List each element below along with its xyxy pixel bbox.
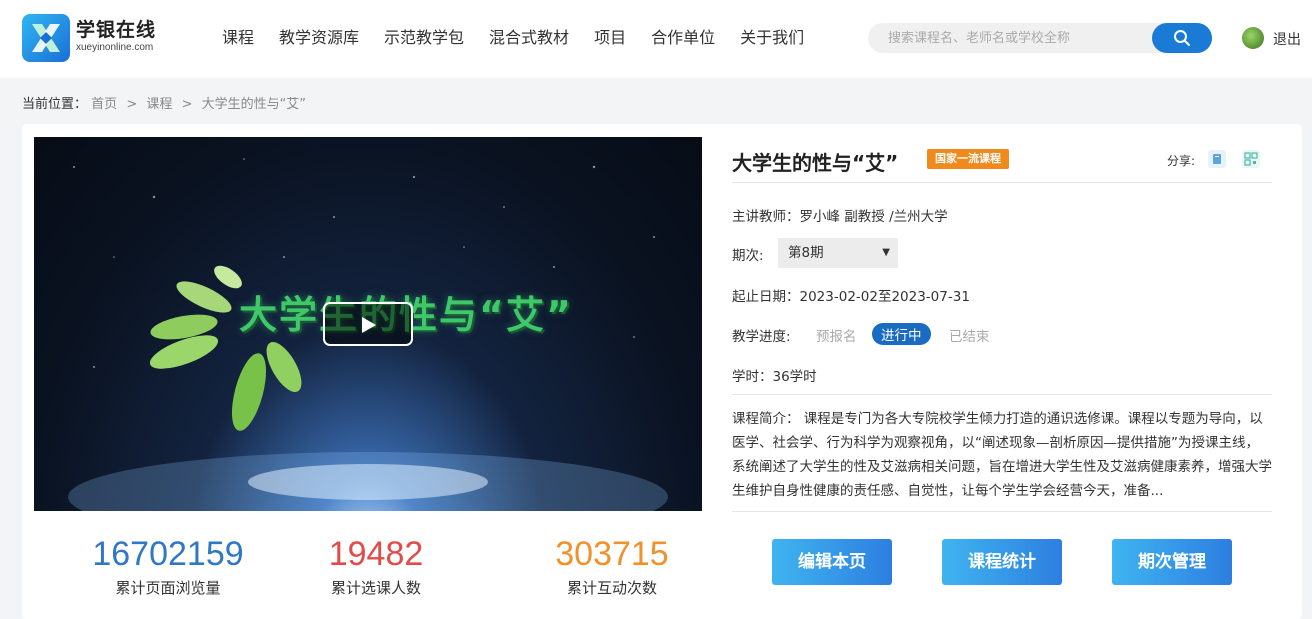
stat-enrollments: 19482 累计选课人数	[266, 534, 486, 598]
main-nav: 课程 教学资源库 示范教学包 混合式教材 项目 合作单位 关于我们	[222, 28, 829, 48]
stat-label: 累计选课人数	[330, 579, 421, 597]
course-intro: 课程简介： 课程是专门为各大专院校学生倾力打造的通识选修课。课程以专题为导向，以…	[732, 411, 1272, 499]
breadcrumb-current: 大学生的性与“艾”	[201, 97, 307, 112]
search-input[interactable]	[868, 23, 1152, 53]
nav-item-partners[interactable]: 合作单位	[651, 28, 715, 48]
breadcrumb-separator: >	[126, 97, 138, 112]
play-icon	[362, 317, 376, 333]
breadcrumb-home[interactable]: 首页	[91, 97, 117, 112]
national-course-badge: 国家一流课程	[927, 149, 1009, 169]
nav-item-courses[interactable]: 课程	[222, 28, 254, 48]
avatar[interactable]	[1242, 27, 1264, 49]
course-title: 大学生的性与“艾”	[732, 151, 899, 175]
divider	[732, 182, 1272, 183]
divider	[732, 394, 1272, 395]
term-select[interactable]: 第8期 ▼	[778, 238, 898, 268]
stat-value: 16702159	[92, 535, 244, 573]
nav-item-about-us[interactable]: 关于我们	[740, 28, 804, 48]
share-label: 分享:	[1167, 154, 1196, 168]
breadcrumb-label: 当前位置：	[22, 97, 88, 112]
logo-title: 学银在线	[76, 19, 157, 41]
share-book-icon[interactable]	[1208, 150, 1226, 168]
breadcrumb-separator: >	[181, 97, 193, 112]
stat-value: 19482	[328, 535, 424, 573]
search-icon	[1174, 30, 1190, 46]
play-button[interactable]	[323, 302, 413, 346]
nav-item-resource-library[interactable]: 教学资源库	[279, 28, 359, 48]
term-select-value: 第8期	[788, 245, 824, 261]
course-statistics-button[interactable]: 课程统计	[942, 539, 1062, 585]
course-hours: 学时：36学时	[732, 369, 817, 385]
progress-preregistration: 预报名	[816, 329, 857, 345]
progress-ended: 已结束	[949, 329, 990, 345]
logo-icon[interactable]	[22, 14, 70, 62]
stat-label: 累计互动次数	[566, 579, 657, 597]
stat-page-views: 16702159 累计页面浏览量	[58, 534, 278, 598]
logo-subtitle: xueyinonline.com	[76, 42, 154, 53]
nav-item-demo-packages[interactable]: 示范教学包	[384, 28, 464, 48]
progress-in-progress: 进行中	[872, 323, 931, 345]
breadcrumb: 当前位置： 首页 > 课程 > 大学生的性与“艾”	[22, 93, 306, 112]
course-card: 大学生的性与“艾” 16702159 累计页面浏览量 19482 累计选课人数 …	[22, 124, 1302, 619]
term-management-button[interactable]: 期次管理	[1112, 539, 1232, 585]
logout-link[interactable]: 退出	[1273, 29, 1301, 49]
stat-label: 累计页面浏览量	[115, 579, 221, 597]
divider	[732, 511, 1272, 512]
dropdown-arrow-icon: ▼	[882, 247, 890, 258]
stat-value: 303715	[555, 535, 669, 573]
course-dates: 起止日期：2023-02-02至2023-07-31	[732, 289, 970, 305]
nav-item-blended-textbooks[interactable]: 混合式教材	[489, 28, 569, 48]
stat-interactions: 303715 累计互动次数	[502, 534, 722, 598]
video-player[interactable]: 大学生的性与“艾”	[34, 137, 702, 511]
progress-label: 教学进度:	[732, 329, 791, 345]
share-qrcode-icon[interactable]	[1242, 150, 1260, 168]
top-header: 学银在线 xueyinonline.com 课程 教学资源库 示范教学包 混合式…	[0, 0, 1312, 78]
edit-page-button[interactable]: 编辑本页	[772, 539, 892, 585]
teacher-info: 主讲教师：罗小峰 副教授 /兰州大学	[732, 209, 948, 225]
search-button[interactable]	[1152, 23, 1212, 53]
search-box	[868, 23, 1212, 53]
breadcrumb-courses[interactable]: 课程	[146, 97, 172, 112]
logo-text[interactable]: 学银在线 xueyinonline.com	[76, 19, 156, 55]
term-label: 期次:	[732, 248, 764, 264]
nav-item-projects[interactable]: 项目	[594, 28, 626, 48]
